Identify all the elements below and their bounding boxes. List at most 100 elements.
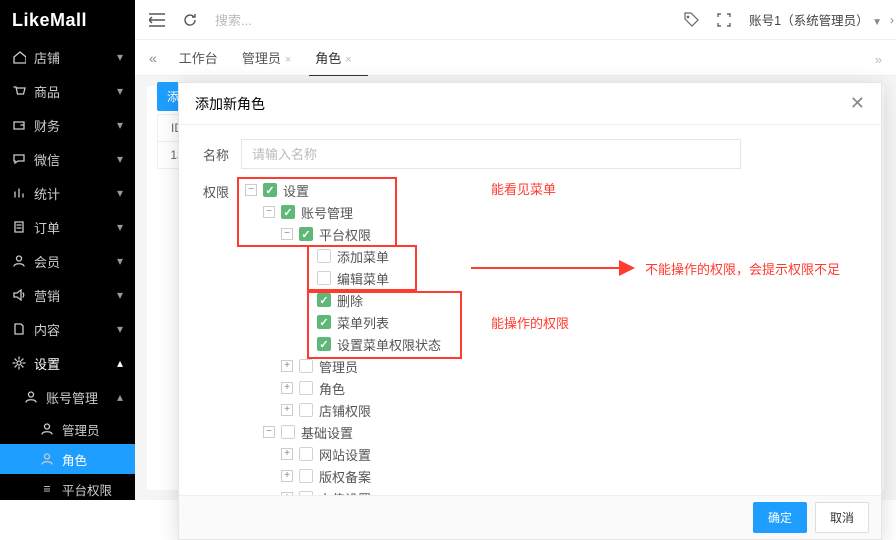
sidebar-item-cart[interactable]: 商品▾ — [0, 74, 135, 108]
tree-toggle-icon[interactable]: − — [263, 426, 275, 438]
sidebar-item-stats[interactable]: 统计▾ — [0, 176, 135, 210]
tree-checkbox[interactable] — [317, 271, 331, 285]
tree-node-label: 设置 — [283, 181, 309, 200]
tree-node-label: 设置菜单权限状态 — [337, 335, 441, 354]
tree-checkbox[interactable] — [281, 205, 295, 219]
tree-checkbox[interactable] — [281, 425, 295, 439]
refresh-icon[interactable] — [183, 13, 197, 27]
user-icon — [12, 254, 26, 268]
sidebar-item-label: 微信 — [34, 150, 60, 169]
tree-node-label: 角色 — [319, 379, 345, 398]
sidebar-item-speaker[interactable]: 营销▾ — [0, 278, 135, 312]
tabs-scroll-left-icon[interactable]: « — [149, 50, 157, 66]
tree-node-set-menu-perm: 设置菜单权限状态 — [245, 333, 441, 355]
tag-icon[interactable] — [684, 12, 699, 27]
tabs-row: « 工作台 管理员× 角色× — [135, 40, 896, 76]
cart-icon — [12, 84, 26, 98]
gear-icon — [12, 356, 26, 370]
stats-icon — [12, 186, 26, 200]
tab-close-icon[interactable]: × — [345, 54, 351, 66]
tree-checkbox[interactable] — [299, 381, 313, 395]
tree-checkbox[interactable] — [299, 469, 313, 483]
doc-icon — [12, 322, 26, 336]
tree-checkbox[interactable] — [317, 249, 331, 263]
tree-checkbox[interactable] — [317, 293, 331, 307]
tree-node-label: 平台权限 — [319, 225, 371, 244]
annot-text-op: 能操作的权限 — [491, 313, 569, 332]
tree-toggle-icon[interactable]: + — [281, 448, 293, 460]
tree-node-label: 网站设置 — [319, 445, 371, 464]
tree-node-copyright: + 版权备案 — [245, 465, 441, 487]
tree-node-delete: 删除 — [245, 289, 441, 311]
tree-toggle-icon[interactable]: + — [281, 404, 293, 416]
modal-body: 名称 权限 −设置−账号管理−平台权限添加菜单编辑菜单删除菜单列表设置菜单权限状… — [179, 125, 881, 495]
chevron-icon: ▴ — [117, 390, 123, 404]
sidebar-item-gear[interactable]: 设置▴ — [0, 346, 135, 380]
tree-toggle-icon[interactable]: + — [281, 382, 293, 394]
tree-node-edit-menu: 编辑菜单 — [245, 267, 441, 289]
tree-checkbox[interactable] — [299, 359, 313, 373]
sidebar-item-account-mgmt[interactable]: 账号管理 ▴ — [0, 380, 135, 414]
tree-checkbox[interactable] — [299, 227, 313, 241]
name-label: 名称 — [179, 145, 241, 164]
sidebar-sub-role[interactable]: 角色 — [0, 444, 135, 474]
sidebar-item-label: 营销 — [34, 286, 60, 305]
modal-title: 添加新角色 — [195, 94, 265, 114]
tree-node-admin: +管理员 — [245, 355, 441, 377]
collapse-icon[interactable] — [149, 13, 165, 27]
speaker-icon — [12, 288, 26, 302]
topbar: 搜索... 账号1（系统管理员） ▼ — [135, 0, 896, 40]
topbar-overflow-icon[interactable]: › — [890, 13, 894, 27]
tree-node-label: 店铺权限 — [319, 401, 371, 420]
tree-node-label: 版权备案 — [319, 467, 371, 486]
tree-toggle-icon[interactable]: − — [263, 206, 275, 218]
tree-toggle-icon[interactable]: + — [281, 360, 293, 372]
brand-logo: LikeMall — [0, 0, 135, 40]
sidebar-item-wallet[interactable]: 财务▾ — [0, 108, 135, 142]
tree-node-add-menu: 添加菜单 — [245, 245, 441, 267]
tree-checkbox[interactable] — [299, 447, 313, 461]
cancel-button[interactable]: 取消 — [815, 502, 869, 533]
tree-node-upload: +上传设置 — [245, 487, 441, 495]
tab-role[interactable]: 角色× — [313, 48, 353, 67]
sidebar-item-order[interactable]: 订单▾ — [0, 210, 135, 244]
tree-checkbox[interactable] — [317, 315, 331, 329]
fullscreen-icon[interactable] — [717, 13, 731, 27]
chat-icon — [12, 152, 26, 166]
sidebar-sub-admin[interactable]: 管理员 — [0, 414, 135, 444]
chevron-icon: ▾ — [117, 220, 123, 234]
tabs-overflow-icon[interactable]: » — [875, 52, 882, 67]
sidebar-item-home[interactable]: 店铺▾ — [0, 40, 135, 74]
chevron-icon: ▴ — [117, 356, 123, 370]
tree-checkbox[interactable] — [299, 403, 313, 417]
annot-arrow-head-icon — [619, 260, 635, 276]
chevron-icon: ▾ — [117, 322, 123, 336]
sidebar-item-label: 店铺 — [34, 48, 60, 67]
tree-node-label: 账号管理 — [301, 203, 353, 222]
tree-toggle-icon[interactable]: − — [245, 184, 257, 196]
search-placeholder[interactable]: 搜索... — [215, 10, 252, 29]
current-user[interactable]: 账号1（系统管理员） ▼ — [749, 10, 882, 29]
sidebar-item-doc[interactable]: 内容▾ — [0, 312, 135, 346]
tab-admin[interactable]: 管理员× — [240, 48, 293, 67]
tree-checkbox[interactable] — [263, 183, 277, 197]
tree-node-label: 基础设置 — [301, 423, 353, 442]
tree-toggle-icon[interactable]: − — [281, 228, 293, 240]
sidebar-sub-platform-perm[interactable]: ≡平台权限 — [0, 474, 135, 500]
name-field[interactable] — [241, 139, 741, 169]
tree-checkbox[interactable] — [317, 337, 331, 351]
tree-node-label: 添加菜单 — [337, 247, 389, 266]
confirm-button[interactable]: 确定 — [753, 502, 807, 533]
chevron-icon: ▾ — [117, 152, 123, 166]
modal-header: 添加新角色 ✕ — [179, 83, 881, 125]
sidebar-item-label: 统计 — [34, 184, 60, 203]
tab-close-icon[interactable]: × — [285, 54, 291, 66]
chevron-icon: ▾ — [117, 118, 123, 132]
sidebar-item-label: 账号管理 — [46, 388, 98, 407]
sidebar-item-user[interactable]: 会员▾ — [0, 244, 135, 278]
sidebar-item-chat[interactable]: 微信 ▾ — [0, 142, 135, 176]
tab-workbench[interactable]: 工作台 — [177, 48, 220, 67]
perm-label: 权限 — [179, 179, 241, 201]
close-icon[interactable]: ✕ — [850, 93, 865, 114]
tree-toggle-icon[interactable]: + — [281, 470, 293, 482]
